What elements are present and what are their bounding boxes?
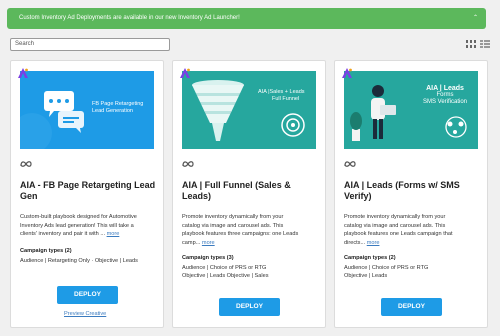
card-description: Promote inventory dynamically from your … <box>344 214 453 246</box>
campaign-types-list: Audience | Choice of PRS or RTG Objectiv… <box>344 265 429 279</box>
campaign-types-label: Campaign types (2) <box>20 248 72 254</box>
more-link[interactable]: more <box>202 240 215 246</box>
meta-icon <box>344 161 356 167</box>
campaign-types-label: Campaign types (2) <box>344 255 396 261</box>
card-description: Custom-built playbook designed for Autom… <box>20 214 137 237</box>
deploy-button[interactable]: DEPLOY <box>57 286 118 304</box>
view-toggle <box>466 40 490 48</box>
card-title: AIA | Full Funnel (Sales & Leads) <box>182 180 291 201</box>
playbook-card: FB Page Retargeting Lead Generation AIA … <box>10 60 164 328</box>
campaign-types-label: Campaign types (3) <box>182 255 234 261</box>
card-hero-image: AIA |Sales + Leads Full Funnel <box>182 71 316 149</box>
brand-logo-icon <box>18 68 28 78</box>
grid-view-icon[interactable] <box>466 40 476 48</box>
playbook-card: AIA |Sales + Leads Full Funnel AIA | Ful… <box>172 60 326 328</box>
banner-text: Custom Inventory Ad Deployments are avai… <box>19 15 240 21</box>
card-description: Promote inventory dynamically from your … <box>182 214 299 246</box>
list-view-icon[interactable] <box>480 40 490 48</box>
brand-logo-icon <box>342 68 352 78</box>
meta-icon <box>20 161 32 167</box>
search-input[interactable]: Search <box>10 38 170 51</box>
collapse-banner-icon[interactable]: ⌃ <box>473 8 478 29</box>
playbook-card: AIA | Leads Forms SMS Verification AIA |… <box>334 60 488 328</box>
meta-icon <box>182 161 194 167</box>
card-hero-image: FB Page Retargeting Lead Generation <box>20 71 154 149</box>
card-title: AIA - FB Page Retargeting Lead Gen <box>20 180 156 201</box>
hero-caption: AIA | Leads Forms SMS Verification <box>422 85 468 105</box>
announcement-banner: Custom Inventory Ad Deployments are avai… <box>7 8 486 29</box>
campaign-types-list: Audience | Choice of PRS or RTG Objectiv… <box>182 265 269 279</box>
campaign-types-list: Audience | Retargeting Only · Objective … <box>20 258 138 264</box>
hero-caption: AIA |Sales + Leads Full Funnel <box>258 89 305 102</box>
preview-creative-link[interactable]: Preview Creative <box>64 311 106 317</box>
card-title: AIA | Leads (Forms w/ SMS Verify) <box>344 180 460 201</box>
card-hero-image: AIA | Leads Forms SMS Verification <box>344 71 478 149</box>
brand-logo-icon <box>180 68 190 78</box>
more-link[interactable]: more <box>107 231 120 237</box>
hero-caption: FB Page Retargeting Lead Generation <box>92 101 144 114</box>
more-link[interactable]: more <box>367 240 380 246</box>
deploy-button[interactable]: DEPLOY <box>219 298 280 316</box>
deploy-button[interactable]: DEPLOY <box>381 298 442 316</box>
